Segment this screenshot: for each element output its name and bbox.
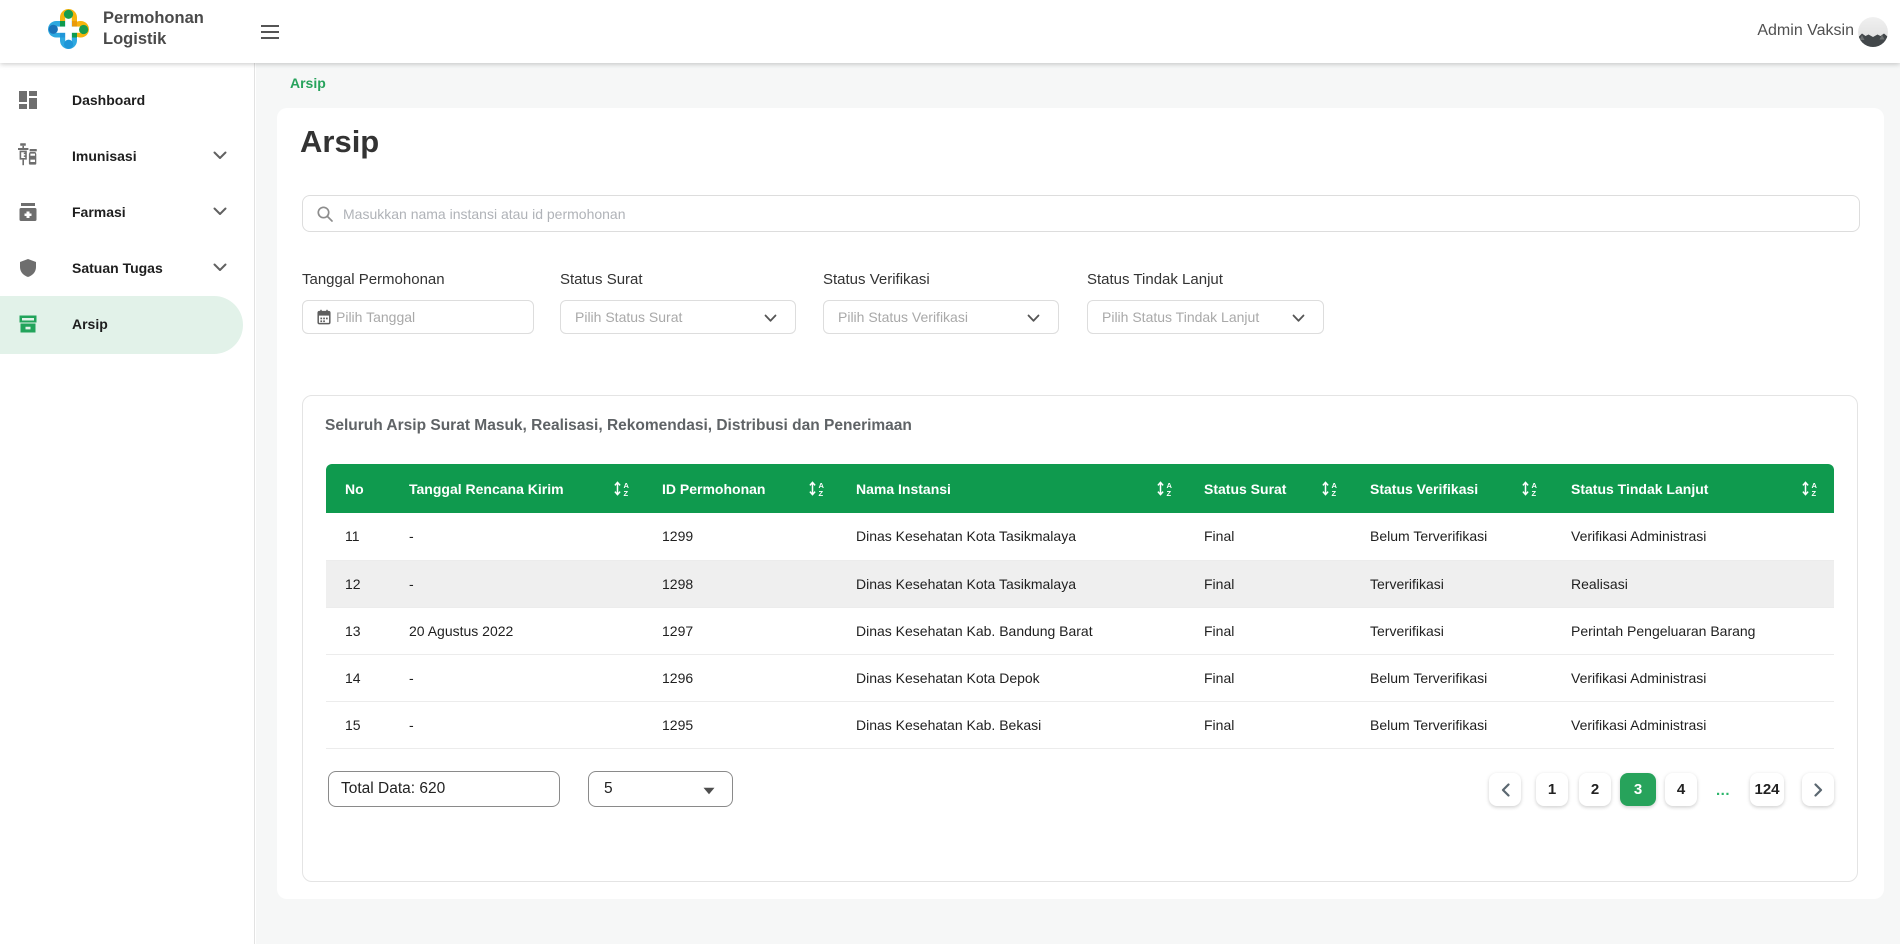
svg-text:Z: Z bbox=[1167, 489, 1172, 496]
svg-text:Z: Z bbox=[819, 489, 824, 496]
svg-text:Z: Z bbox=[624, 489, 629, 496]
svg-text:Z: Z bbox=[1812, 489, 1817, 496]
svg-text:Z: Z bbox=[1332, 489, 1337, 496]
svg-text:Z: Z bbox=[1532, 489, 1537, 496]
